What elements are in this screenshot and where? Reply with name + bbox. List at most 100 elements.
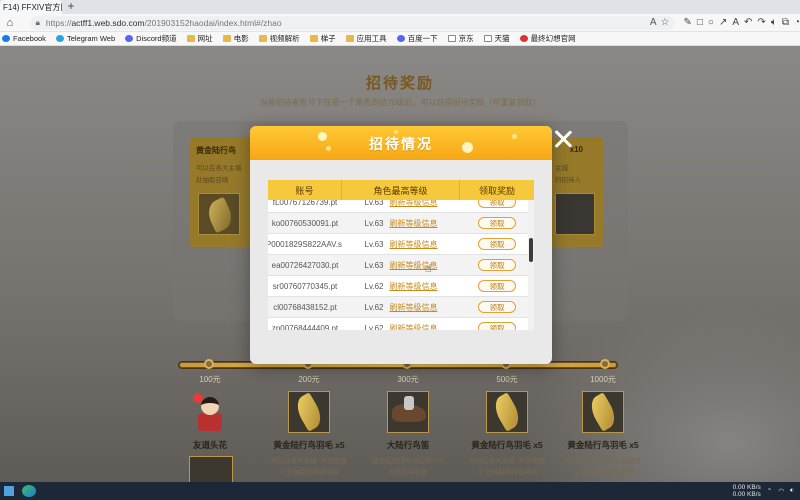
browser-tab[interactable]: F14) FFXIV官方网站 - × (0, 0, 62, 14)
level-value: Lv.63 (364, 260, 384, 270)
draw-icon[interactable]: ✎ (683, 17, 691, 28)
page-icon (447, 35, 456, 42)
collections-icon[interactable]: ⧉ (782, 17, 789, 28)
profile-icon[interactable]: ◔ (794, 17, 800, 28)
bookmark-discord[interactable]: Discord频道 (125, 33, 177, 44)
claim-button[interactable]: 领取 (478, 280, 516, 292)
modal-title: 招待情况 (369, 136, 433, 152)
redo-icon[interactable]: ↷ (757, 17, 765, 28)
home-icon[interactable]: ⌂ (2, 17, 18, 29)
new-tab-button[interactable]: + (64, 0, 78, 14)
baidu-icon (396, 35, 405, 42)
header-account: 账号 (268, 180, 342, 200)
bookmark-jd[interactable]: 京东 (447, 33, 474, 44)
folder-icon (345, 35, 354, 42)
header-reward: 领取奖励 (478, 185, 515, 196)
invite-status-modal: 招待情况 fL00767126739.pt Lv.63 刷新等级信息 领取 ko0076… (250, 126, 552, 364)
bookmark-tmall[interactable]: 天猫 (483, 33, 510, 44)
url-input[interactable]: 🔒︎ https:// actff1.web.sdo.com /20190315… (29, 15, 676, 30)
bookmark-folder-urls[interactable]: 网址 (186, 33, 213, 44)
bookmark-telegram[interactable]: Telegram Web (55, 34, 115, 43)
page-icon (483, 35, 492, 42)
speaker-icon[interactable]: 🔉︎ (790, 487, 794, 495)
tab-title: F14) FFXIV官方网站 - (3, 2, 62, 12)
modal-close-icon[interactable] (553, 129, 573, 149)
account-cell: ko00760530091.pt (271, 218, 339, 228)
ffxiv-icon (519, 35, 528, 42)
network-speed: 0.00 KB/s 0.00 KB/s (733, 484, 761, 498)
undo-icon[interactable]: ↶ (744, 17, 752, 28)
account-cell: ea00726427030.pt (271, 260, 339, 270)
level-cell: Lv.63 刷新等级信息 (342, 213, 460, 233)
refresh-level-link[interactable]: 刷新等级信息 (389, 218, 437, 229)
folder-icon (222, 35, 231, 42)
telegram-icon (55, 35, 64, 42)
account-cell: sr00760770345.pt (272, 281, 338, 291)
bookmark-folder-tools[interactable]: 应用工具 (345, 33, 387, 44)
refresh-level-link[interactable]: 刷新等级信息 (389, 302, 437, 313)
level-value: Lv.62 (364, 302, 384, 312)
level-value: Lv.63 (364, 218, 384, 228)
level-cell: Lv.63 刷新等级信息 (342, 234, 460, 254)
read-aloud-icon[interactable]: A (650, 17, 657, 28)
browser-tab-bar: F14) FFXIV官方网站 - × + (0, 0, 800, 14)
square-icon[interactable]: □ (697, 17, 703, 28)
refresh-level-link[interactable]: 刷新等级信息 (389, 239, 437, 250)
table-row: zp00768444409.pt Lv.62 刷新等级信息 领取 (268, 318, 534, 330)
scrollbar-thumb[interactable] (529, 238, 533, 262)
level-value: Lv.62 (364, 323, 384, 331)
claim-button[interactable]: 领取 (478, 238, 516, 250)
wifi-icon[interactable]: ◠ (778, 487, 784, 495)
bookmark-folder-vpn[interactable]: 梯子 (309, 33, 336, 44)
page-content: 招待奖励 当被招待者账号下任意一个角色到达70级后，可以获得招待奖励（可重复领取… (0, 46, 800, 482)
table-scrollbar[interactable] (528, 200, 534, 330)
reward-cell: 领取 (460, 276, 534, 296)
account-cell: zp00768444409.pt (271, 323, 339, 331)
reward-cell: 领取 (460, 318, 534, 330)
reward-cell: 领取 (460, 234, 534, 254)
table-header: 账号 角色最高等级 领取奖励 (268, 180, 534, 200)
claim-button[interactable]: 领取 (478, 259, 516, 271)
reward-cell: 领取 (460, 255, 534, 275)
arrow-icon[interactable]: ↗ (719, 17, 727, 28)
claim-button[interactable]: 领取 (478, 301, 516, 313)
volume-icon[interactable]: 🔈︎ (771, 17, 777, 28)
claim-button[interactable]: 领取 (478, 322, 516, 330)
table-body: fL00767126739.pt Lv.63 刷新等级信息 领取 ko007605300… (268, 192, 534, 330)
bookmark-folder-movies[interactable]: 电影 (222, 33, 249, 44)
facebook-icon (2, 35, 10, 42)
bookmarks-bar: Facebook Telegram Web Discord频道 网址 电影 视频… (0, 32, 800, 46)
address-bar: ⌂ 🔒︎ https:// actff1.web.sdo.com /201903… (0, 14, 800, 32)
claim-button[interactable]: 领取 (478, 217, 516, 229)
url-scheme: https:// (45, 17, 72, 28)
circle-icon[interactable]: ○ (708, 17, 714, 28)
level-value: Lv.62 (364, 281, 384, 291)
reward-cell: 领取 (460, 297, 534, 317)
bookmark-ffxiv[interactable]: 最终幻想官网 (519, 33, 576, 44)
taskbar: 0.00 KB/s 0.00 KB/s ⌃ ◠ 🔉︎ (0, 482, 800, 500)
favorite-star-icon[interactable]: ☆ (661, 17, 670, 28)
table-row: cl00768438152.pt Lv.62 刷新等级信息 领取 (268, 297, 534, 318)
tray-chevron-icon[interactable]: ⌃ (767, 487, 772, 495)
account-cell: MP0001829S822AAV.sdo (268, 239, 342, 249)
bookmark-baidu[interactable]: 百度一下 (396, 33, 438, 44)
net-down: 0.00 KB/s (732, 491, 761, 498)
lock-icon[interactable]: 🔒︎ (36, 18, 40, 28)
bookmark-folder-video[interactable]: 视频解析 (258, 33, 300, 44)
folder-icon (186, 35, 195, 42)
invite-table: fL00767126739.pt Lv.63 刷新等级信息 领取 ko007605300… (268, 180, 534, 330)
folder-icon (258, 35, 267, 42)
edge-icon[interactable] (22, 485, 36, 497)
level-cell: Lv.62 刷新等级信息 (342, 276, 460, 296)
refresh-level-link[interactable]: 刷新等级信息 (389, 281, 437, 292)
mouse-pointer-icon: ☝ (425, 263, 432, 275)
refresh-level-link[interactable]: 刷新等级信息 (389, 323, 437, 331)
modal-header: 招待情况 (250, 126, 552, 160)
start-button[interactable] (0, 482, 18, 500)
level-cell: Lv.63 刷新等级信息 (342, 255, 460, 275)
net-up: 0.00 KB/s (732, 484, 761, 491)
reward-cell: 领取 (460, 213, 534, 233)
bookmark-facebook[interactable]: Facebook (2, 34, 46, 43)
text-icon[interactable]: A (732, 17, 739, 28)
table-row: sr00760770345.pt Lv.62 刷新等级信息 领取 (268, 276, 534, 297)
